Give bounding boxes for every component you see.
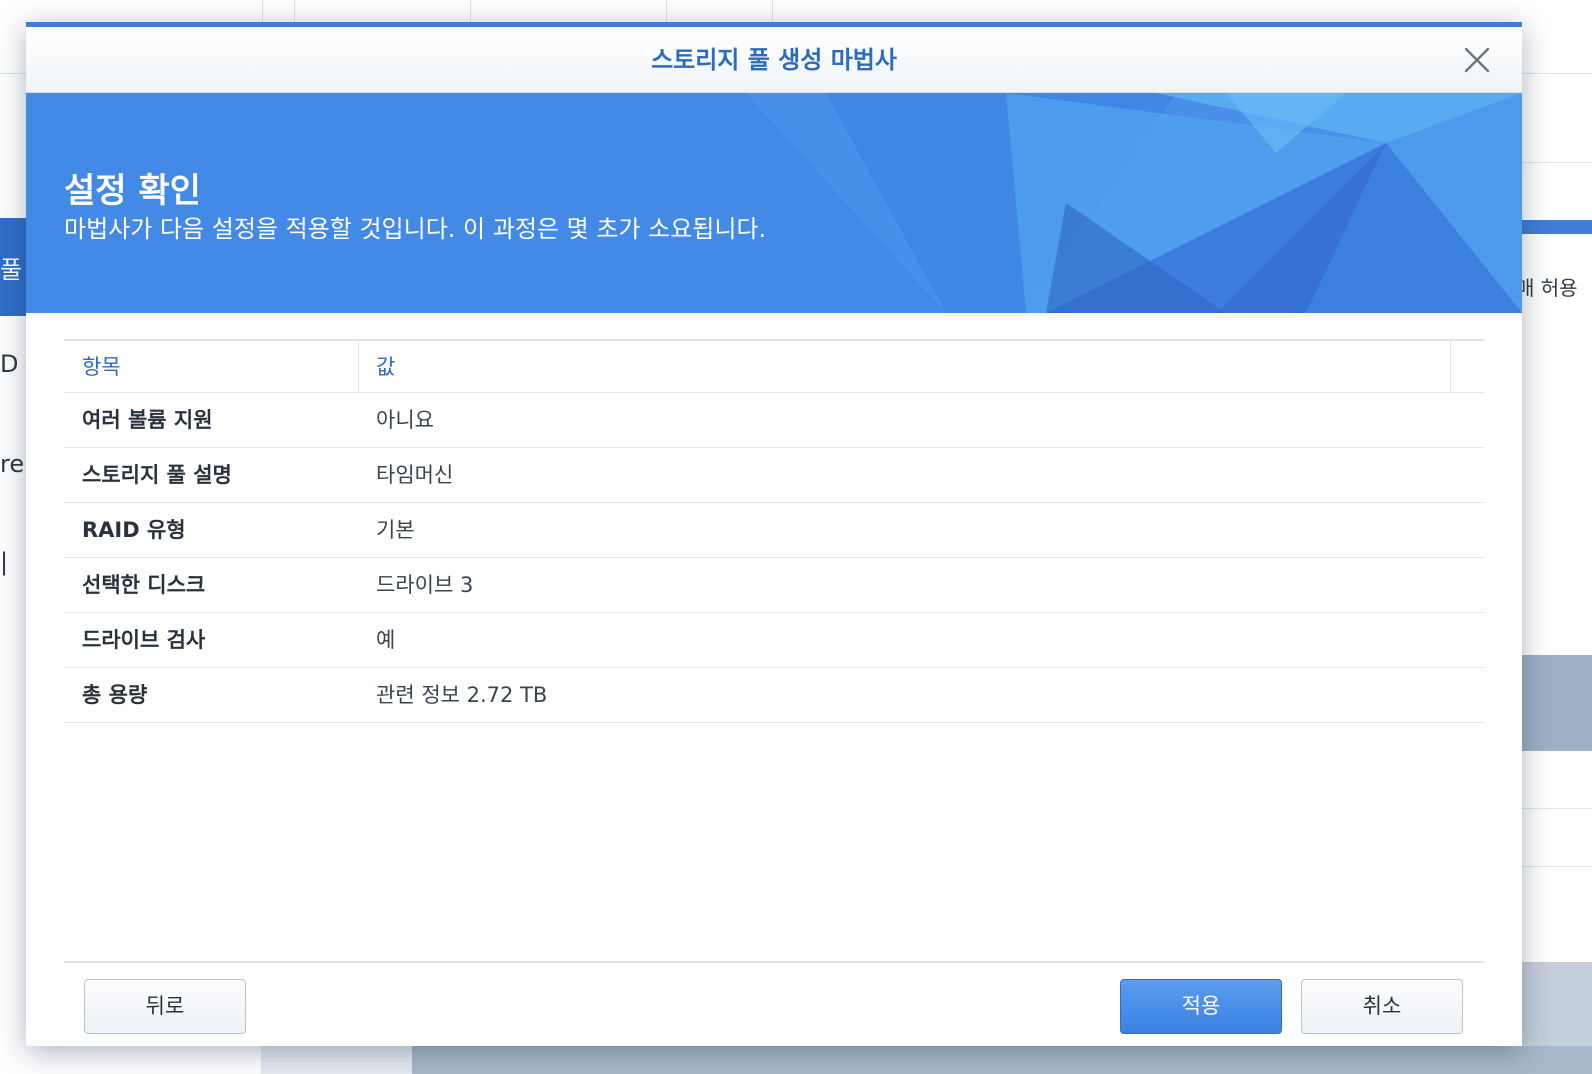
row-key: RAID 유형 [82,518,186,542]
background-content-text: 매 허용 [1516,276,1578,300]
summary-table: 항목 값 여러 볼륨 지원 아니요 스토리지 풀 설명 타임머신 RAID 유형… [64,339,1484,723]
table-row: 드라이브 검사 예 [64,613,1484,668]
table-header: 항목 값 [64,339,1484,393]
back-button[interactable]: 뒤로 [84,979,246,1034]
background-sidebar-text: | [0,548,9,576]
background-sidebar-text: re [0,450,25,478]
background-sidebar-text: D [0,350,19,378]
row-value: 드라이브 3 [376,573,474,597]
background-selected-row [1522,655,1592,751]
apply-button[interactable]: 적용 [1120,979,1282,1034]
table-row: 선택한 디스크 드라이브 3 [64,558,1484,613]
dialog-titlebar: 스토리지 풀 생성 마법사 [26,27,1522,93]
row-value: 예 [376,628,396,652]
background-accent-bar [1522,220,1592,234]
table-row: 총 용량 관련 정보 2.72 TB [64,668,1484,723]
row-value: 아니요 [376,408,434,432]
row-value: 기본 [376,518,415,542]
table-row: RAID 유형 기본 [64,503,1484,558]
banner-pattern [746,93,1522,313]
row-key: 여러 볼륨 지원 [82,408,213,432]
wizard-banner: 설정 확인 마법사가 다음 설정을 적용할 것입니다. 이 과정은 몇 초가 소… [26,93,1522,313]
row-value: 타임머신 [376,463,454,487]
row-key: 총 용량 [82,683,148,707]
row-key: 선택한 디스크 [82,573,206,597]
dialog-title: 스토리지 풀 생성 마법사 [651,46,897,74]
footer-divider [64,961,1484,963]
banner-heading: 설정 확인 [64,171,201,211]
storage-pool-wizard-dialog: 스토리지 풀 생성 마법사 설정 확인 마법사가 다음 설정을 적용할 것입니다… [26,22,1522,1046]
close-icon[interactable] [1460,43,1494,77]
row-value: 관련 정보 2.72 TB [376,683,548,707]
banner-subtitle: 마법사가 다음 설정을 적용할 것입니다. 이 과정은 몇 초가 소요됩니다. [64,215,767,243]
row-key: 드라이브 검사 [82,628,206,652]
column-header-item[interactable]: 항목 [82,341,121,393]
table-row: 스토리지 풀 설명 타임머신 [64,448,1484,503]
table-row: 여러 볼륨 지원 아니요 [64,393,1484,448]
background-sidebar-text: 풀 [0,256,23,284]
cancel-button[interactable]: 취소 [1301,979,1463,1034]
background-bottom-strip [412,1046,1592,1074]
column-header-value[interactable]: 값 [376,341,395,393]
row-key: 스토리지 풀 설명 [82,463,232,487]
